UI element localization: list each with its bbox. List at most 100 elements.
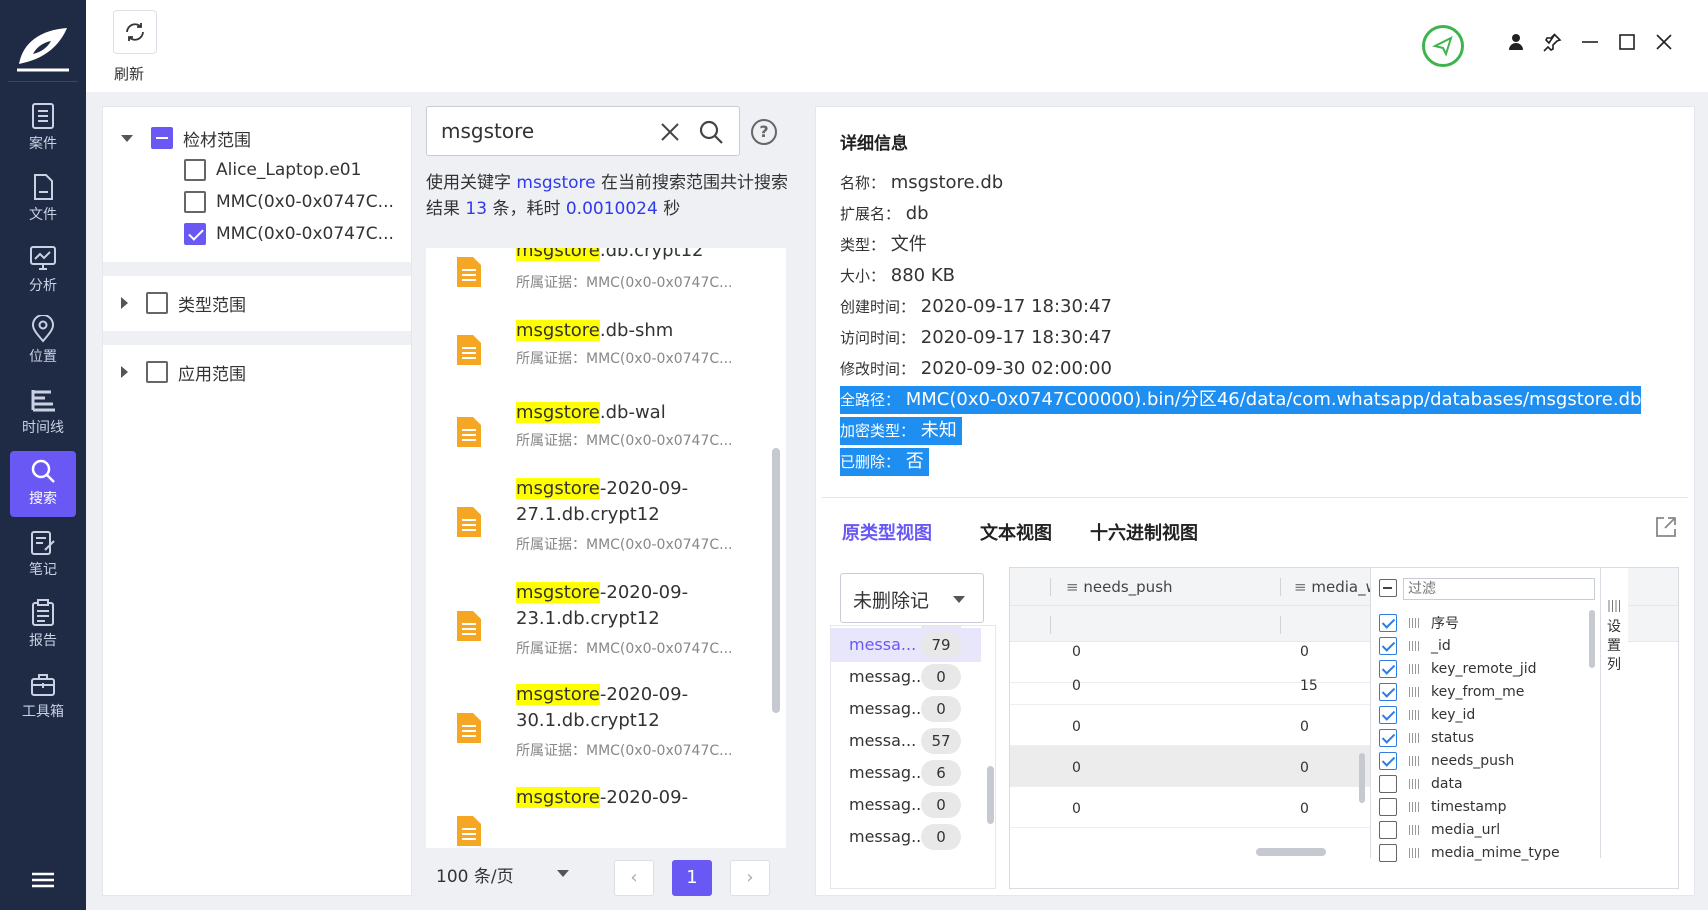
sidebar-item-report[interactable]: 报告 xyxy=(10,593,76,659)
drag-handle-icon[interactable] xyxy=(1409,802,1421,812)
refresh-button[interactable] xyxy=(113,10,157,54)
hamburger-menu-icon[interactable] xyxy=(32,872,54,888)
column-checkbox[interactable] xyxy=(1379,706,1397,724)
results-scrollbar[interactable] xyxy=(772,448,780,713)
maximize-icon[interactable] xyxy=(1617,32,1637,52)
column-checkbox[interactable] xyxy=(1379,637,1397,655)
sidebar-item-case[interactable]: 案件 xyxy=(10,96,76,162)
select-all-checkbox[interactable] xyxy=(1379,579,1397,597)
drag-handle-icon[interactable] xyxy=(1409,779,1421,789)
evidence-checkbox[interactable] xyxy=(184,191,206,213)
drag-handle-icon[interactable] xyxy=(1409,848,1421,858)
column-option[interactable]: status xyxy=(1379,727,1474,749)
drag-handle-icon[interactable] xyxy=(1409,687,1421,697)
drag-handle-icon[interactable] xyxy=(1409,733,1421,743)
tab-hex-view[interactable]: 十六进制视图 xyxy=(1090,519,1198,545)
record-filter-select[interactable]: 未删除记 xyxy=(840,573,984,623)
table-list-item[interactable]: messag... 0 xyxy=(831,788,981,822)
type-scope-checkbox[interactable] xyxy=(146,292,168,314)
drag-handle-icon[interactable] xyxy=(1409,710,1421,720)
drag-handle-icon[interactable] xyxy=(1409,825,1421,835)
column-option[interactable]: 序号 xyxy=(1379,612,1459,634)
evidence-checkbox[interactable] xyxy=(184,159,206,181)
sidebar-item-toolbox[interactable]: 工具箱 xyxy=(10,664,76,730)
grid-vertical-scrollbar[interactable] xyxy=(1359,753,1365,803)
column-header[interactable]: ≡ needs_push xyxy=(1066,578,1173,596)
column-checkbox[interactable] xyxy=(1379,614,1397,632)
app-scope-row[interactable]: 应用范围 xyxy=(121,359,246,385)
table-list-item[interactable]: messa... 57 xyxy=(831,724,981,758)
expand-caret-icon[interactable] xyxy=(121,366,128,378)
column-option[interactable]: media_mime_type xyxy=(1379,842,1560,864)
sidebar-item-notes[interactable]: 笔记 xyxy=(10,522,76,588)
evidence-checkbox[interactable] xyxy=(184,223,206,245)
clear-icon[interactable] xyxy=(660,122,680,142)
status-indicator[interactable] xyxy=(1422,25,1464,67)
table-row[interactable]: 00 xyxy=(1010,746,1370,787)
table-list-item[interactable]: messag... 6 xyxy=(831,756,981,790)
column-filter-input[interactable] xyxy=(1403,578,1595,600)
open-external-icon[interactable] xyxy=(1654,515,1678,539)
user-icon[interactable] xyxy=(1506,32,1526,52)
tab-native-view[interactable]: 原类型视图 xyxy=(842,519,932,545)
column-option[interactable]: media_url xyxy=(1379,819,1500,841)
drag-handle-icon[interactable] xyxy=(1409,756,1421,766)
expand-caret-icon[interactable] xyxy=(121,297,128,309)
column-checkbox[interactable] xyxy=(1379,683,1397,701)
minimize-icon[interactable] xyxy=(1580,32,1600,52)
evidence-item[interactable]: MMC(0x0-0x0747C... xyxy=(184,221,394,247)
drag-handle-icon[interactable] xyxy=(1409,641,1421,651)
column-checkbox[interactable] xyxy=(1379,798,1397,816)
column-settings-tab[interactable]: 设置列 xyxy=(1600,568,1628,858)
table-row[interactable]: 00 xyxy=(1010,787,1370,828)
column-option[interactable]: key_from_me xyxy=(1379,681,1524,703)
table-row[interactable]: 0 15 xyxy=(1010,664,1370,705)
table-list-scrollbar[interactable] xyxy=(987,766,994,824)
result-item[interactable]: msgstore-2020-09-27.1.db.crypt12 所属证据：MM… xyxy=(426,476,786,576)
next-page-button[interactable]: › xyxy=(730,860,770,896)
table-list-item[interactable]: messag... 0 xyxy=(831,692,981,726)
column-checkbox[interactable] xyxy=(1379,775,1397,793)
evidence-item[interactable]: Alice_Laptop.e01 xyxy=(184,157,361,183)
page-size-select[interactable]: 100 条/页 xyxy=(436,862,514,887)
result-item[interactable]: msgstore-2020-09- xyxy=(426,785,786,848)
collapse-caret-icon[interactable] xyxy=(121,134,133,142)
sidebar-item-file[interactable]: 文件 xyxy=(10,167,76,233)
column-checkbox[interactable] xyxy=(1379,752,1397,770)
close-icon[interactable] xyxy=(1654,32,1674,52)
type-scope-row[interactable]: 类型范围 xyxy=(121,290,246,316)
column-list-scrollbar[interactable] xyxy=(1589,610,1595,668)
column-checkbox[interactable] xyxy=(1379,660,1397,678)
grid-horizontal-scrollbar[interactable] xyxy=(1256,848,1326,856)
column-option[interactable]: key_remote_jid xyxy=(1379,658,1537,680)
sidebar-item-analysis[interactable]: 分析 xyxy=(10,238,76,304)
drag-handle-icon[interactable] xyxy=(1409,618,1421,628)
column-option[interactable]: data xyxy=(1379,773,1463,795)
table-list-item[interactable]: messag... 0 xyxy=(831,660,981,694)
search-input[interactable] xyxy=(441,117,661,145)
column-checkbox[interactable] xyxy=(1379,844,1397,862)
prev-page-button[interactable]: ‹ xyxy=(614,860,654,896)
result-item[interactable]: msgstore-2020-09-23.1.db.crypt12 所属证据：MM… xyxy=(426,580,786,680)
column-option[interactable]: timestamp xyxy=(1379,796,1507,818)
column-option[interactable]: key_id xyxy=(1379,704,1475,726)
result-item[interactable]: msgstore.db-wal 所属证据：MMC(0x0-0x0747C... xyxy=(426,400,786,480)
search-box[interactable] xyxy=(426,106,740,156)
search-icon[interactable] xyxy=(698,119,724,145)
table-list-item[interactable]: messag... 0 xyxy=(831,820,981,854)
tab-text-view[interactable]: 文本视图 xyxy=(980,519,1052,545)
page-button[interactable]: 1 xyxy=(672,860,712,896)
pin-icon[interactable] xyxy=(1542,32,1562,52)
result-item[interactable]: msgstore-2020-09-30.1.db.crypt12 所属证据：MM… xyxy=(426,682,786,782)
result-item[interactable]: msgstore.db.crypt12 所属证据：MMC(0x0-0x0747C… xyxy=(426,248,786,308)
evidence-scope-checkbox[interactable] xyxy=(151,127,173,149)
sidebar-item-timeline[interactable]: 时间线 xyxy=(10,380,76,446)
column-checkbox[interactable] xyxy=(1379,821,1397,839)
drag-handle-icon[interactable] xyxy=(1409,664,1421,674)
help-icon[interactable]: ? xyxy=(751,119,777,145)
result-item[interactable]: msgstore.db-shm 所属证据：MMC(0x0-0x0747C... xyxy=(426,318,786,398)
table-row[interactable]: 00 xyxy=(1010,705,1370,746)
app-scope-checkbox[interactable] xyxy=(146,361,168,383)
evidence-item[interactable]: MMC(0x0-0x0747C... xyxy=(184,189,394,215)
column-checkbox[interactable] xyxy=(1379,729,1397,747)
